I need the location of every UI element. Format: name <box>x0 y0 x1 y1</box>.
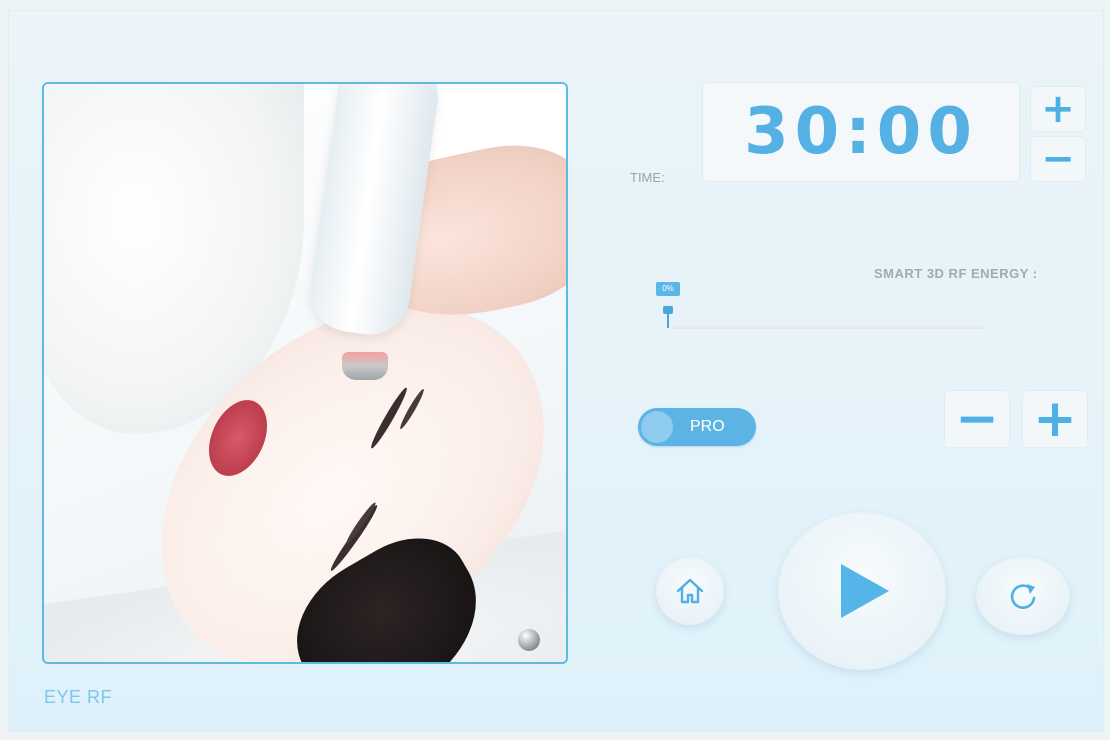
roller-ball <box>494 663 516 664</box>
energy-label: SMART 3D RF ENERGY : <box>874 266 1038 281</box>
minus-icon: − <box>955 389 999 449</box>
play-button[interactable] <box>778 512 946 670</box>
plus-icon: + <box>1041 86 1075 132</box>
slider-thumb-stem <box>667 310 669 328</box>
refresh-icon <box>1010 584 1036 609</box>
treatment-image <box>42 82 568 664</box>
energy-percent-badge: 0% <box>656 282 680 296</box>
home-icon <box>676 578 704 604</box>
screen: EYE RF TIME: 30:00 + − SMART 3D RF ENERG… <box>8 10 1104 732</box>
toggle-knob <box>641 411 673 443</box>
timer-value: 30:00 <box>744 95 978 169</box>
pro-toggle-label: PRO <box>690 418 725 435</box>
energy-slider-track[interactable] <box>670 326 986 330</box>
roller-ball <box>542 663 564 664</box>
timer-display: 30:00 <box>702 82 1020 182</box>
time-label: TIME: <box>630 170 665 185</box>
minus-icon: − <box>1041 136 1075 182</box>
timer-decrease-button[interactable]: − <box>1030 136 1086 182</box>
play-icon <box>841 564 889 618</box>
plus-icon: + <box>1033 389 1077 449</box>
home-button[interactable] <box>656 557 724 625</box>
energy-slider-thumb[interactable] <box>663 298 673 328</box>
roller-head-icon <box>488 629 566 664</box>
energy-increase-button[interactable]: + <box>1022 390 1088 448</box>
mode-label: EYE RF <box>44 687 113 707</box>
timer-increase-button[interactable]: + <box>1030 86 1086 132</box>
rf-device-tip <box>342 352 388 380</box>
reset-button[interactable] <box>976 557 1070 635</box>
pro-mode-toggle[interactable]: PRO <box>638 408 756 446</box>
roller-ball <box>518 629 540 651</box>
energy-decrease-button[interactable]: − <box>944 390 1010 448</box>
